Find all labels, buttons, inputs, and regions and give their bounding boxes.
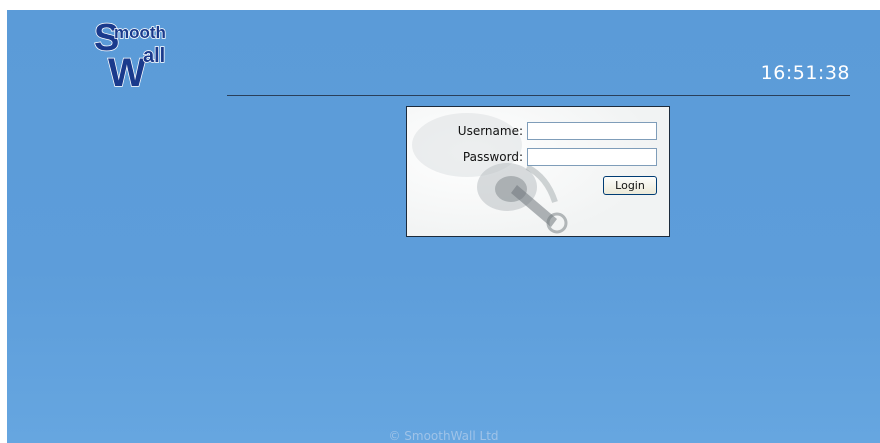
- svg-text:mooth: mooth: [114, 23, 166, 42]
- svg-text:all: all: [143, 45, 165, 67]
- smoothwall-logo: S mooth W all: [93, 16, 166, 89]
- svg-text:W: W: [108, 51, 146, 89]
- clock: 16:51:38: [760, 62, 850, 84]
- copyright-text: © SmoothWall Ltd: [388, 429, 499, 443]
- login-button[interactable]: Login: [603, 176, 657, 195]
- password-input[interactable]: [527, 148, 657, 166]
- username-input[interactable]: [527, 122, 657, 140]
- page-background: S mooth W all 16:51:38 Username: Passwor…: [7, 10, 880, 443]
- username-row: Username:: [458, 122, 657, 140]
- username-label: Username:: [457, 124, 523, 138]
- login-panel: Username: Password: Login: [406, 106, 670, 237]
- password-label: Password:: [462, 150, 523, 164]
- password-row: Password:: [463, 148, 657, 166]
- header-divider: [227, 95, 850, 96]
